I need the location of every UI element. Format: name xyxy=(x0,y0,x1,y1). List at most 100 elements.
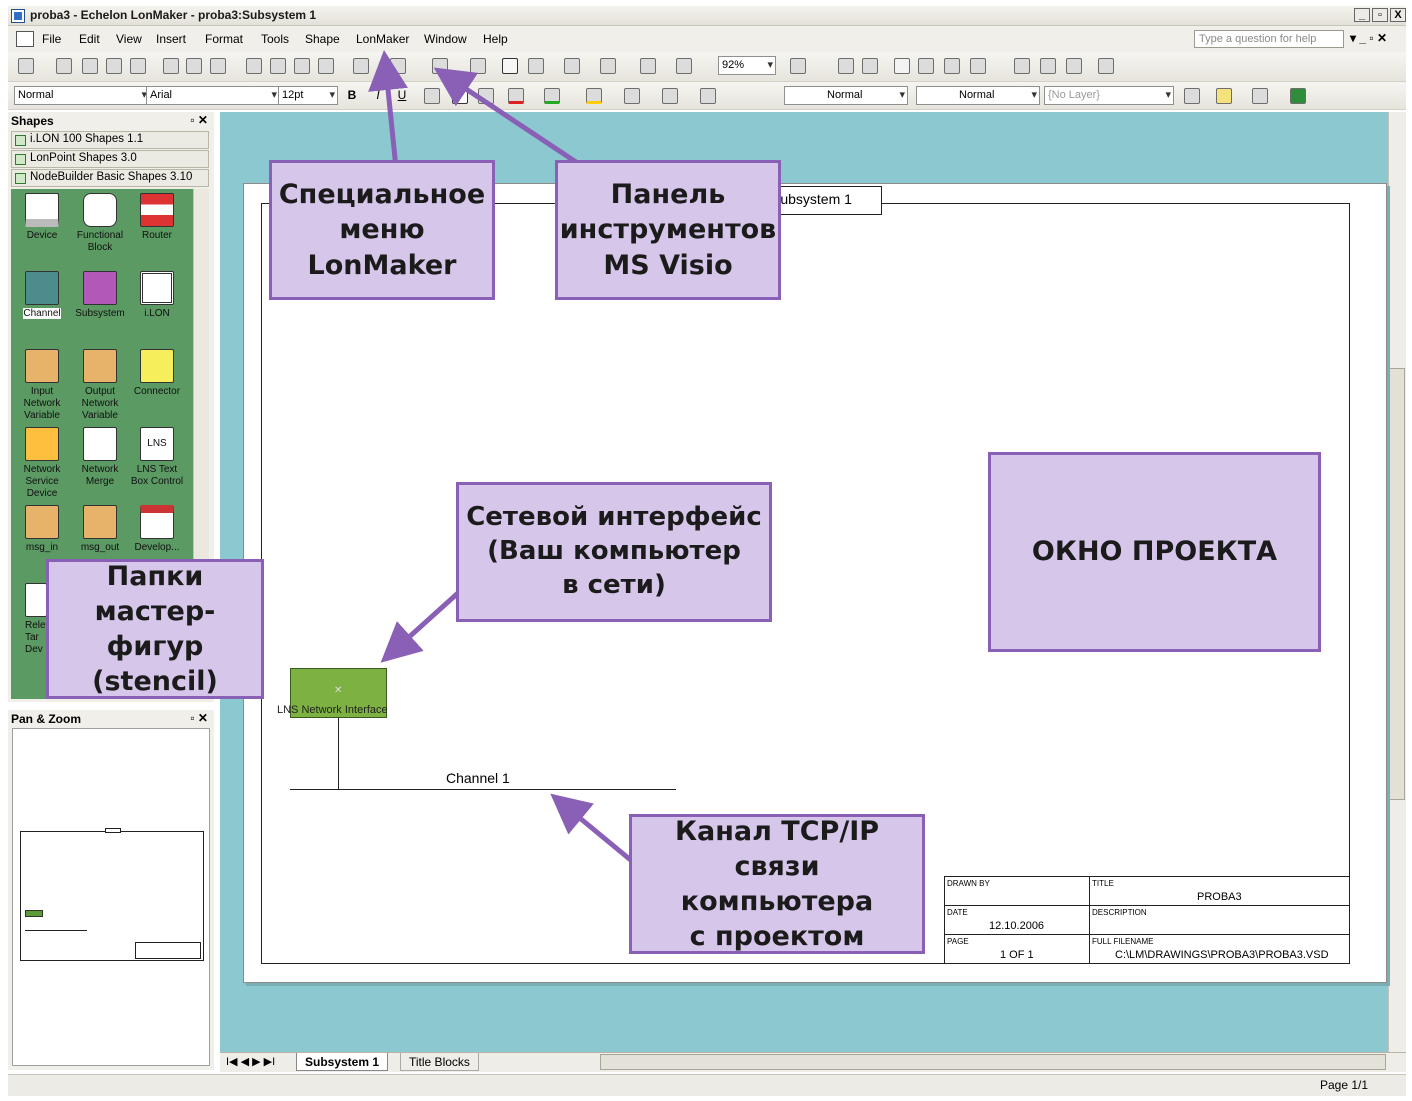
layer-select[interactable]: {No Layer} xyxy=(1044,86,1174,105)
page-icon[interactable] xyxy=(838,58,854,74)
help-search-input[interactable]: Type a question for help xyxy=(1194,30,1344,48)
shape-subsystem[interactable]: Subsystem xyxy=(71,271,129,320)
tab-nav-arrows-icon[interactable]: I◀ ◀ ▶ ▶I xyxy=(226,1055,275,1068)
lonmaker-open-icon[interactable] xyxy=(432,58,448,74)
connector-tool-icon[interactable] xyxy=(528,58,544,74)
close-button[interactable]: X xyxy=(1390,8,1406,22)
underline-icon[interactable]: U xyxy=(394,88,410,104)
shadow-icon[interactable] xyxy=(1290,88,1306,104)
copy-icon[interactable] xyxy=(270,58,286,74)
monitor-icon[interactable] xyxy=(1098,58,1114,74)
rotate-icon[interactable] xyxy=(676,58,692,74)
align-right-icon[interactable] xyxy=(478,88,494,104)
shape-network-merge[interactable]: Network Merge xyxy=(71,427,129,488)
text-tool-icon[interactable] xyxy=(564,58,580,74)
shape-output-nv[interactable]: Output Network Variable xyxy=(71,349,129,422)
print-icon[interactable] xyxy=(163,58,179,74)
align-left-icon[interactable] xyxy=(424,88,440,104)
menu-help[interactable]: Help xyxy=(483,32,508,46)
spelling-icon[interactable] xyxy=(210,58,226,74)
shape-device[interactable]: Device xyxy=(13,193,71,242)
shape-ilon[interactable]: i.LON xyxy=(128,271,186,320)
line-pattern-icon[interactable] xyxy=(662,88,678,104)
menu-view[interactable]: View xyxy=(116,32,142,46)
bold-icon[interactable]: B xyxy=(344,88,360,104)
details-view-icon[interactable] xyxy=(970,58,986,74)
shape-msg-in[interactable]: msg_in xyxy=(13,505,71,554)
shapes-fill-icon[interactable] xyxy=(1216,88,1232,104)
menu-insert[interactable]: Insert xyxy=(156,32,186,46)
shape-connector[interactable]: Connector xyxy=(128,349,186,398)
shape-input-nv[interactable]: Input Network Variable xyxy=(13,349,71,422)
format-painter-icon[interactable] xyxy=(318,58,334,74)
tab-subsystem-1[interactable]: Subsystem 1 xyxy=(296,1053,389,1071)
tab-title-blocks[interactable]: Title Blocks xyxy=(400,1053,479,1071)
style-select[interactable]: Normal xyxy=(14,86,150,105)
open-icon[interactable] xyxy=(56,58,72,74)
menu-tools[interactable]: Tools xyxy=(261,32,289,46)
shapes-window-icon[interactable] xyxy=(862,58,878,74)
shape-channel[interactable]: Channel xyxy=(13,271,71,320)
rectangle-tool-icon[interactable] xyxy=(600,58,616,74)
line-color-icon[interactable] xyxy=(544,88,560,104)
stencil-tab-ilon100[interactable]: i.LON 100 Shapes 1.1 xyxy=(11,131,209,149)
view-mode-icon[interactable] xyxy=(894,58,910,74)
permission-icon[interactable] xyxy=(106,58,122,74)
channel-icon[interactable] xyxy=(1066,58,1082,74)
fill-color-icon[interactable] xyxy=(586,88,602,104)
menu-format[interactable]: Format xyxy=(205,32,243,46)
menu-window[interactable]: Window xyxy=(424,32,467,46)
horizontal-scrollbar[interactable] xyxy=(600,1054,1386,1070)
shape-network-service-device[interactable]: Network Service Device xyxy=(13,427,71,500)
minimize-button[interactable]: _ xyxy=(1354,8,1370,22)
redo-icon[interactable] xyxy=(390,58,406,74)
grid-icon[interactable] xyxy=(918,58,934,74)
menu-shape[interactable]: Shape xyxy=(305,32,340,46)
menu-lonmaker[interactable]: LonMaker xyxy=(356,32,409,46)
restore-button[interactable]: ▫ xyxy=(1372,8,1388,22)
fill-style-select[interactable]: Normal xyxy=(916,86,1040,105)
device-icon[interactable] xyxy=(1014,58,1030,74)
line-style-select[interactable]: Normal xyxy=(784,86,908,105)
shape-functional-block[interactable]: Functional Block xyxy=(71,193,129,254)
menu-file[interactable]: File xyxy=(42,32,61,46)
help-dropdown-icon[interactable]: ▾ _ ▫ ✕ xyxy=(1350,31,1387,45)
line-tool-icon[interactable] xyxy=(640,58,656,74)
font-select[interactable]: Arial xyxy=(146,86,280,105)
list-view-icon[interactable] xyxy=(944,58,960,74)
device-channel-link[interactable] xyxy=(338,718,339,790)
print-preview-icon[interactable] xyxy=(186,58,202,74)
font-size-select[interactable]: 12pt xyxy=(278,86,338,105)
italic-icon[interactable]: I xyxy=(370,88,386,104)
font-color-icon[interactable] xyxy=(508,88,524,104)
zoom-select[interactable]: 92% xyxy=(718,56,776,75)
document-icon[interactable] xyxy=(16,31,34,47)
help-icon[interactable] xyxy=(790,58,806,74)
menu-edit[interactable]: Edit xyxy=(79,32,100,46)
shape-msg-out[interactable]: msg_out xyxy=(71,505,129,554)
shape-partial[interactable]: Rele Tar Dev xyxy=(11,583,47,656)
mail-icon[interactable] xyxy=(130,58,146,74)
shape-develop[interactable]: Develop... xyxy=(128,505,186,554)
line-ends-icon[interactable] xyxy=(700,88,716,104)
subsystem-label[interactable]: Subsystem 1 xyxy=(766,186,882,215)
stencil-tab-nodebuilder[interactable]: NodeBuilder Basic Shapes 3.10 xyxy=(11,169,209,187)
cut-icon[interactable] xyxy=(246,58,262,74)
router-icon[interactable] xyxy=(1040,58,1056,74)
pane-close-icon[interactable]: ▫ ✕ xyxy=(190,113,208,127)
line-weight-icon[interactable] xyxy=(624,88,640,104)
stencil-tab-lonpoint[interactable]: LonPoint Shapes 3.0 xyxy=(11,150,209,168)
save-icon[interactable] xyxy=(82,58,98,74)
pane-close-icon[interactable]: ▫ ✕ xyxy=(190,711,208,725)
vertical-scroll-thumb[interactable] xyxy=(1389,368,1405,800)
new-icon[interactable] xyxy=(18,58,34,74)
pan-zoom-viewport[interactable] xyxy=(12,728,210,1066)
paste-icon[interactable] xyxy=(294,58,310,74)
connect-icon[interactable] xyxy=(470,58,486,74)
connector-style-icon[interactable] xyxy=(1184,88,1200,104)
pointer-tool-icon[interactable] xyxy=(502,58,518,74)
shape-lns-text-box[interactable]: LNS LNS Text Box Control xyxy=(128,427,186,488)
channel-line[interactable] xyxy=(290,789,676,790)
undo-icon[interactable] xyxy=(353,58,369,74)
align-center-icon[interactable] xyxy=(452,88,468,104)
